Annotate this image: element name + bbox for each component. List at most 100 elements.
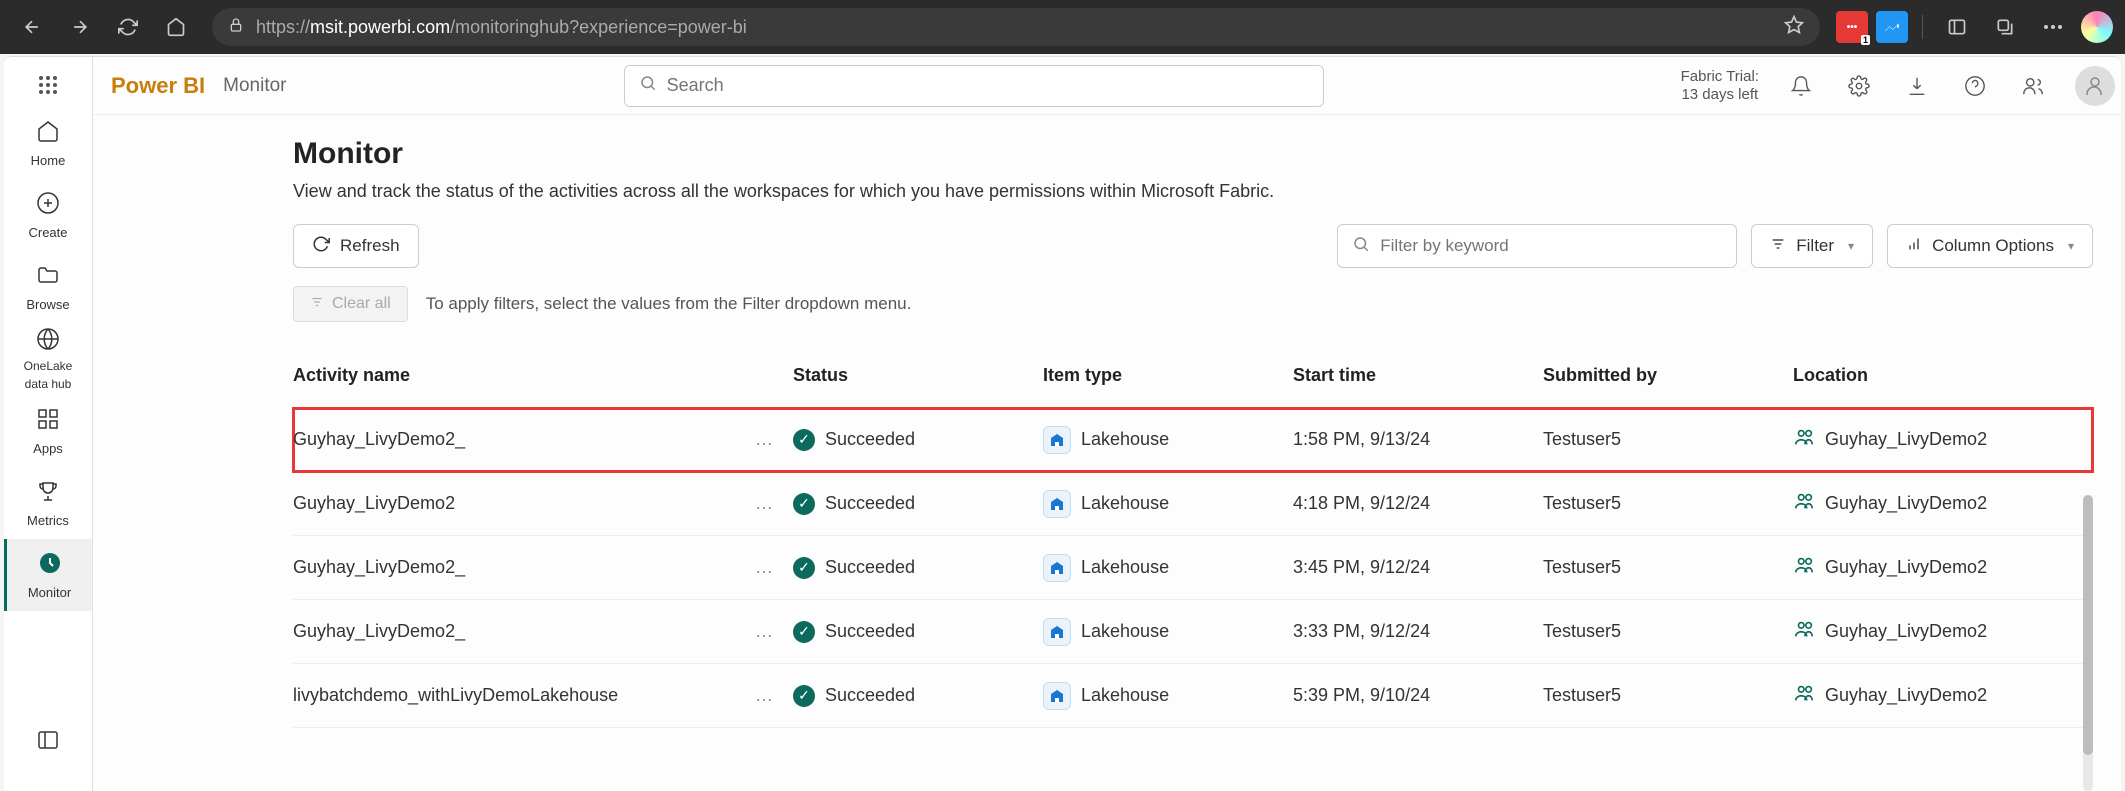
breadcrumb: Monitor [223,75,286,97]
nav-label: Metrics [27,513,69,528]
lakehouse-icon [1043,426,1071,454]
page-content: Monitor View and track the status of the… [93,115,2121,791]
scrollbar[interactable] [2083,495,2093,791]
workspace-icon [1793,490,1815,518]
status-text: Succeeded [825,621,915,642]
workspace-icon [1793,554,1815,582]
plus-circle-icon [36,191,60,221]
row-more-icon[interactable]: … [747,685,781,706]
forward-button[interactable] [60,7,100,47]
nav-onelake[interactable]: OneLake data hub [4,323,92,395]
item-type-text: Lakehouse [1081,493,1169,514]
columns-icon [1906,236,1922,257]
chevron-down-icon: ▾ [1848,239,1854,253]
more-icon[interactable] [2033,7,2073,47]
sidebar-icon[interactable] [1937,7,1977,47]
status-success-icon: ✓ [793,429,815,451]
table-row[interactable]: livybatchdemo_withLivyDemoLakehouse … ✓ … [293,664,2093,728]
settings-icon[interactable] [1843,70,1875,102]
url-path: /monitoringhub?experience=power-bi [450,17,747,38]
start-time-text: 1:58 PM, 9/13/24 [1293,429,1430,450]
search-icon [639,74,657,97]
nav-metrics[interactable]: Metrics [4,467,92,539]
submitted-by-text: Testuser5 [1543,557,1621,578]
row-more-icon[interactable]: … [747,429,781,450]
table-row[interactable]: Guyhay_LivyDemo2_ … ✓ Succeeded Lakehous… [293,600,2093,664]
panel-icon [36,728,60,758]
scrollbar-thumb[interactable] [2083,495,2093,755]
nav-browse[interactable]: Browse [4,251,92,323]
download-icon[interactable] [1901,70,1933,102]
table-row[interactable]: Guyhay_LivyDemo2 … ✓ Succeeded Lakehouse… [293,472,2093,536]
filter-input[interactable] [1380,236,1722,256]
extension-icon-1[interactable]: •••1 [1836,11,1868,43]
nav-collapse[interactable] [4,707,92,779]
refresh-label: Refresh [340,236,400,256]
activity-name: Guyhay_LivyDemo2_ [293,621,465,642]
submitted-by-text: Testuser5 [1543,685,1621,706]
filter-icon [1770,236,1786,257]
page-description: View and track the status of the activit… [293,181,2093,202]
trial-line2: 13 days left [1681,86,1759,104]
notifications-icon[interactable] [1785,70,1817,102]
clear-all-button: Clear all [293,286,408,322]
nav-create[interactable]: Create [4,179,92,251]
start-time-text: 3:33 PM, 9/12/24 [1293,621,1430,642]
col-status[interactable]: Status [793,365,1043,386]
col-location[interactable]: Location [1793,365,2093,386]
workspace-icon [1793,618,1815,646]
user-avatar[interactable] [2075,66,2115,106]
nav-label: Create [28,225,67,240]
folder-icon [36,263,60,293]
location-text: Guyhay_LivyDemo2 [1825,685,1987,706]
home-button[interactable] [156,7,196,47]
url-prefix: https:// [256,17,310,38]
search-icon [1352,235,1370,258]
back-button[interactable] [12,7,52,47]
column-options-label: Column Options [1932,236,2054,256]
table-row[interactable]: Guyhay_LivyDemo2_ … ✓ Succeeded Lakehous… [293,536,2093,600]
app-launcher-icon[interactable] [26,63,70,107]
table-row[interactable]: Guyhay_LivyDemo2_ … ✓ Succeeded Lakehous… [293,408,2093,472]
column-options-button[interactable]: Column Options ▾ [1887,224,2093,268]
workspace-icon [1793,682,1815,710]
status-success-icon: ✓ [793,493,815,515]
collections-icon[interactable] [1985,7,2025,47]
trophy-icon [36,479,60,509]
start-time-text: 3:45 PM, 9/12/24 [1293,557,1430,578]
nav-home[interactable]: Home [4,107,92,179]
table-header: Activity name Status Item type Start tim… [293,344,2093,408]
filter-button[interactable]: Filter ▾ [1751,224,1873,268]
filter-keyword[interactable] [1337,224,1737,268]
star-icon[interactable] [1784,15,1804,40]
left-nav-rail: Home Create Browse OneLake data hub Apps… [4,57,93,791]
extension-icon-2[interactable] [1876,11,1908,43]
search-input[interactable] [667,75,1309,96]
nav-apps[interactable]: Apps [4,395,92,467]
refresh-icon [312,235,330,258]
col-start-time[interactable]: Start time [1293,365,1543,386]
people-icon[interactable] [2017,70,2049,102]
nav-monitor[interactable]: Monitor [4,539,92,611]
brand-label[interactable]: Power BI [111,73,205,99]
monitor-icon [38,551,62,581]
nav-label-2: data hub [25,378,72,391]
trial-status[interactable]: Fabric Trial: 13 days left [1681,68,1759,104]
help-icon[interactable] [1959,70,1991,102]
copilot-icon[interactable] [2081,11,2113,43]
reload-button[interactable] [108,7,148,47]
row-more-icon[interactable]: … [747,621,781,642]
address-bar[interactable]: https://msit.powerbi.com/monitoringhub?e… [212,8,1820,46]
filter-label: Filter [1796,236,1834,256]
clear-icon [310,295,324,314]
col-item-type[interactable]: Item type [1043,365,1293,386]
row-more-icon[interactable]: … [747,557,781,578]
global-search[interactable] [624,65,1324,107]
col-submitted-by[interactable]: Submitted by [1543,365,1793,386]
refresh-button[interactable]: Refresh [293,224,419,268]
col-activity[interactable]: Activity name [293,365,793,386]
row-more-icon[interactable]: … [747,493,781,514]
activity-name: livybatchdemo_withLivyDemoLakehouse [293,685,618,706]
globe-icon [36,327,60,356]
home-icon [36,119,60,149]
